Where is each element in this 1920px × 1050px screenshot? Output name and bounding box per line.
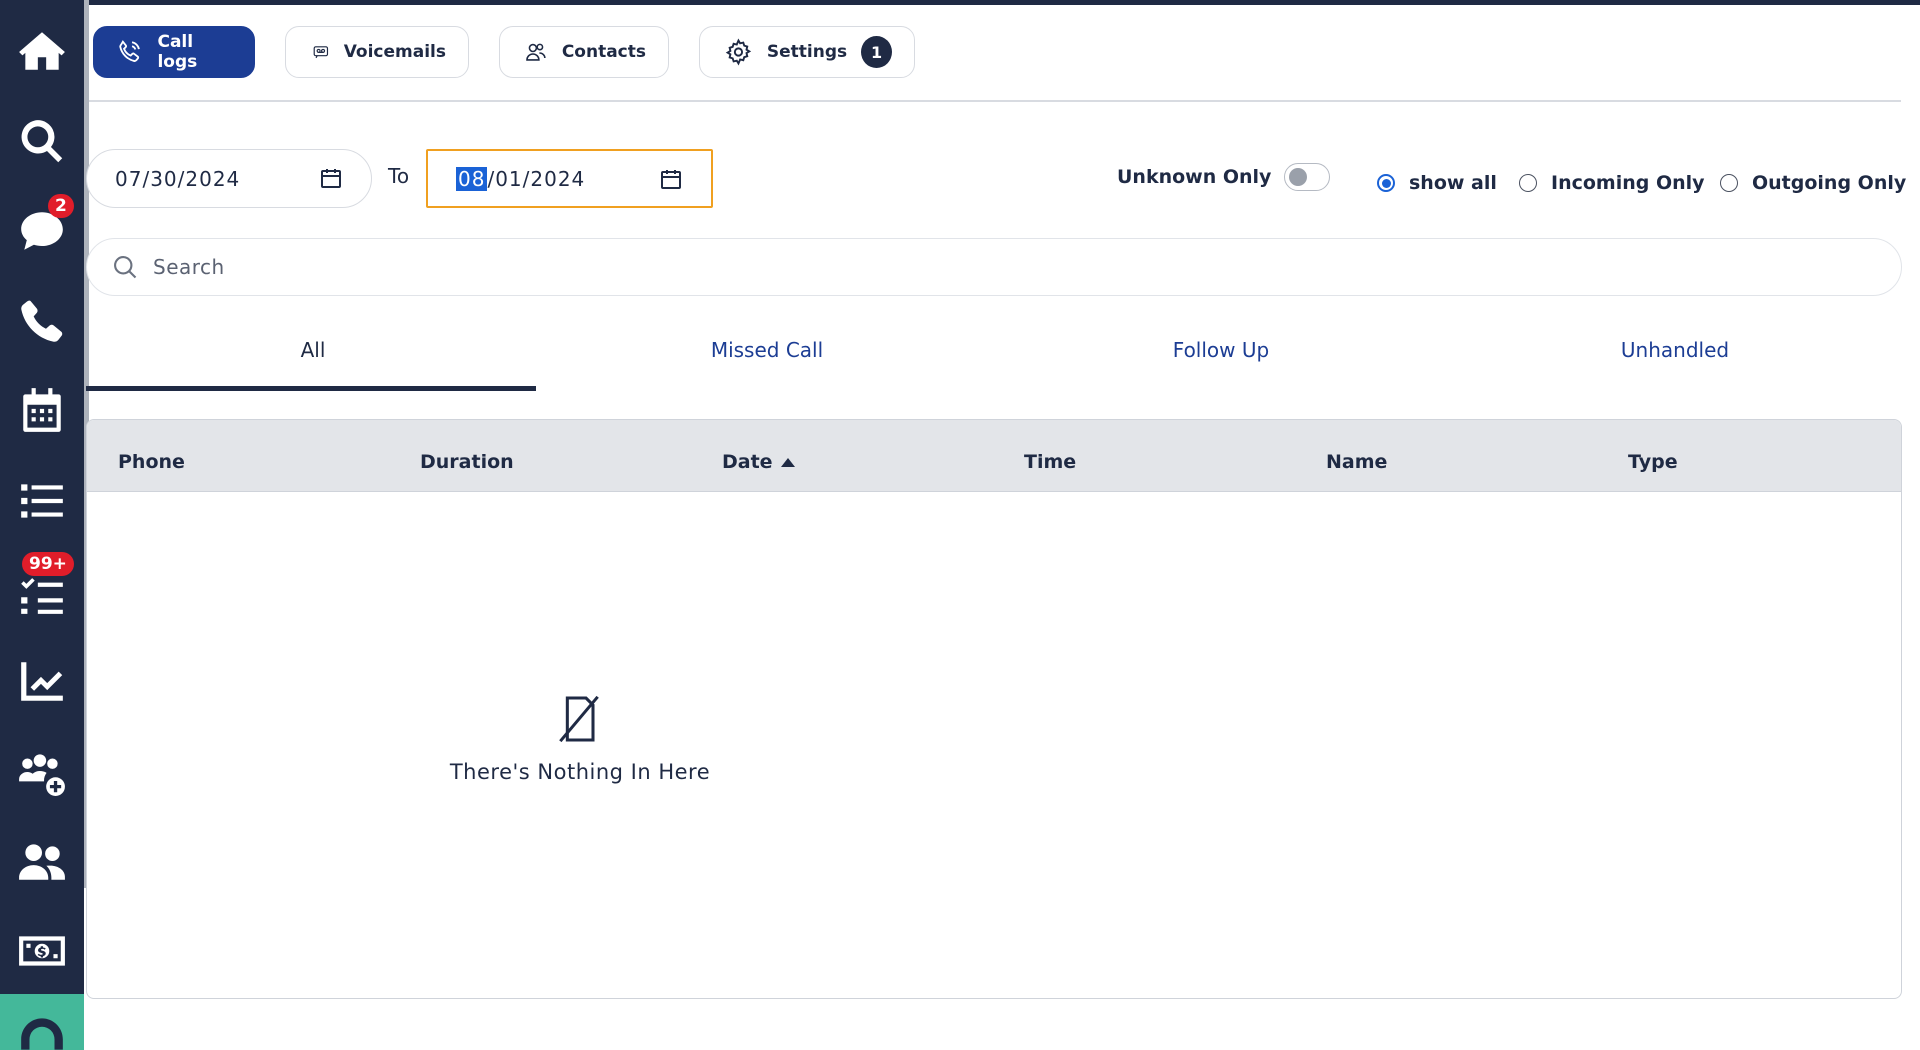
toggle-knob: [1289, 168, 1307, 186]
radio-outgoing-circle[interactable]: [1720, 174, 1738, 192]
sidebar-item-tasks[interactable]: 99+: [0, 552, 84, 630]
radio-incoming-label: Incoming Only: [1551, 172, 1705, 194]
radio-incoming-only[interactable]: Incoming Only: [1519, 172, 1705, 194]
phone-icon: [21, 300, 63, 342]
sidebar: 2 99+: [0, 0, 84, 1050]
list-icon: [21, 484, 63, 518]
sidebar-item-chat[interactable]: 2: [0, 192, 84, 270]
empty-state-content: There's Nothing In Here: [86, 690, 1902, 784]
voicemails-button[interactable]: Voicemails: [285, 26, 469, 78]
contacts-icon: [526, 43, 546, 61]
voicemails-label: Voicemails: [343, 42, 446, 62]
radio-outgoing-label: Outgoing Only: [1752, 172, 1907, 194]
radio-outgoing-only[interactable]: Outgoing Only: [1720, 172, 1906, 194]
tab-unhandled[interactable]: Unhandled: [1448, 338, 1902, 394]
search-bar[interactable]: [86, 238, 1902, 296]
header-divider: [89, 100, 1901, 102]
tab-missed-call[interactable]: Missed Call: [540, 338, 994, 394]
table-header: Phone Duration Date Time Name Type: [87, 420, 1901, 492]
active-tab-indicator: [86, 386, 536, 391]
calendar-icon: [23, 388, 61, 432]
chat-badge: 2: [48, 194, 74, 218]
sidebar-item-add-team[interactable]: [0, 732, 84, 810]
column-header-time[interactable]: Time: [1024, 451, 1076, 473]
radio-show-all[interactable]: show all: [1377, 172, 1497, 194]
sidebar-item-support[interactable]: [0, 994, 84, 1050]
column-header-duration[interactable]: Duration: [420, 451, 514, 473]
column-header-phone[interactable]: Phone: [118, 451, 185, 473]
phone-ringing-icon: [119, 40, 140, 62]
column-header-name[interactable]: Name: [1326, 451, 1387, 473]
unknown-only-toggle[interactable]: [1284, 163, 1330, 191]
tab-follow-up-label: Follow Up: [1172, 338, 1270, 362]
empty-state-message: There's Nothing In Here: [449, 760, 711, 784]
contacts-button[interactable]: Contacts: [499, 26, 669, 78]
radio-incoming-circle[interactable]: [1519, 174, 1537, 192]
sidebar-item-search[interactable]: [0, 102, 84, 180]
sort-ascending-icon: [780, 457, 795, 467]
to-label: To: [388, 164, 410, 188]
date-from-input[interactable]: 07/30/2024: [86, 149, 372, 208]
calendar-picker-icon[interactable]: [319, 166, 343, 190]
money-icon: [19, 936, 65, 966]
column-header-type[interactable]: Type: [1628, 451, 1678, 473]
tab-follow-up[interactable]: Follow Up: [994, 338, 1448, 394]
users-icon: [19, 844, 65, 880]
settings-button[interactable]: Settings 1: [699, 26, 915, 78]
tasks-badge: 99+: [22, 552, 74, 576]
no-phone-icon: [559, 695, 599, 743]
analytics-icon: [21, 662, 63, 701]
voicemail-icon: [313, 46, 329, 59]
home-icon: [19, 32, 65, 70]
tab-all-label: All: [300, 338, 326, 362]
search-icon: [21, 120, 63, 163]
sidebar-item-list[interactable]: [0, 462, 84, 540]
gear-icon: [725, 38, 752, 66]
settings-label: Settings: [766, 42, 848, 62]
sidebar-item-phone[interactable]: [0, 282, 84, 360]
calendar-picker-icon[interactable]: [659, 167, 683, 191]
sidebar-item-users[interactable]: [0, 822, 84, 900]
top-border: [0, 0, 1920, 5]
date-to-rest: /01/2024: [487, 166, 586, 191]
tab-unhandled-label: Unhandled: [1620, 338, 1730, 362]
contacts-label: Contacts: [561, 42, 646, 62]
column-header-date[interactable]: Date: [722, 451, 795, 473]
radio-show-all-label: show all: [1409, 172, 1497, 194]
settings-count-badge: 1: [861, 36, 892, 68]
sidebar-item-analytics[interactable]: [0, 642, 84, 720]
sidebar-item-billing[interactable]: [0, 912, 84, 990]
sidebar-item-calendar[interactable]: [0, 372, 84, 450]
sidebar-item-home[interactable]: [0, 12, 84, 90]
date-from-value: 07/30/2024: [115, 166, 241, 191]
unknown-only-label: Unknown Only: [1117, 166, 1272, 188]
radio-show-all-circle[interactable]: [1377, 174, 1395, 192]
date-to-month-selected: 08: [456, 166, 488, 191]
call-logs-button[interactable]: Call logs: [93, 26, 255, 78]
tab-missed-call-label: Missed Call: [710, 338, 824, 362]
headset-icon: [21, 1018, 63, 1050]
date-to-input[interactable]: 08/01/2024: [426, 149, 713, 208]
search-icon: [114, 256, 137, 279]
search-input[interactable]: [153, 255, 1753, 279]
add-user-group-icon: [19, 754, 65, 796]
call-logs-label: Call logs: [157, 32, 198, 72]
